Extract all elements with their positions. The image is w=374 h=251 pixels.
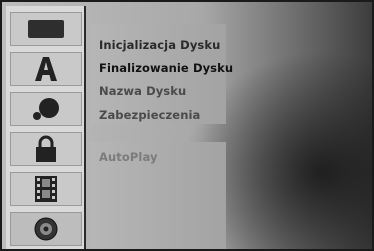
sound-icon xyxy=(31,96,61,122)
sidebar-item-disc[interactable] xyxy=(10,212,82,246)
disc-rectangle-icon xyxy=(27,19,65,39)
letter-a-icon xyxy=(33,56,59,82)
sidebar-item-lock[interactable] xyxy=(10,132,82,166)
menu-item-finalize-disc[interactable]: Finalizowanie Dysku xyxy=(99,61,233,75)
menu-item-disc-name[interactable]: Nazwa Dysku xyxy=(99,84,186,98)
sidebar xyxy=(6,6,86,249)
osd-screen: Inicjalizacja Dysku Finalizowanie Dysku … xyxy=(0,0,374,251)
film-strip-icon xyxy=(33,175,59,203)
sidebar-item-recording[interactable] xyxy=(10,172,82,206)
sidebar-item-audio[interactable] xyxy=(10,92,82,126)
menu-item-protection[interactable]: Zabezpieczenia xyxy=(99,108,200,122)
sidebar-item-general[interactable] xyxy=(10,12,82,46)
sidebar-item-language[interactable] xyxy=(10,52,82,86)
menu-item-autoplay[interactable]: AutoPlay xyxy=(99,150,158,164)
menu-item-initialize-disc[interactable]: Inicjalizacja Dysku xyxy=(99,38,220,52)
dvd-disc-icon xyxy=(33,216,59,242)
lock-icon xyxy=(33,135,59,163)
